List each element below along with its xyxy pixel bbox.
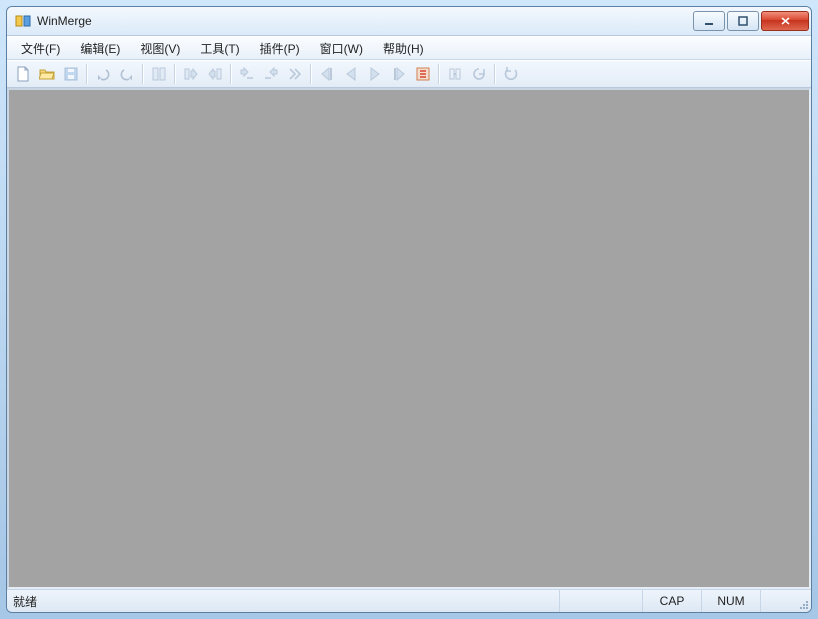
status-num: NUM	[702, 590, 761, 612]
maximize-button[interactable]	[727, 11, 759, 31]
open-folder-icon	[39, 66, 55, 82]
merge-mode-icon	[447, 66, 463, 82]
menu-file[interactable]: 文件(F)	[11, 37, 70, 59]
refresh-selected-icon	[471, 66, 487, 82]
toolbar-last-diff-button[interactable]	[387, 62, 411, 86]
menu-tools[interactable]: 工具(T)	[190, 37, 249, 59]
toolbar-copy-left-advance-button[interactable]	[259, 62, 283, 86]
menu-view[interactable]: 视图(V)	[130, 37, 190, 59]
toolbar-next-diff-button[interactable]	[363, 62, 387, 86]
toolbar-separator	[438, 64, 440, 84]
copy-left-advance-icon	[263, 66, 279, 82]
status-pane-scrl	[761, 590, 793, 612]
copy-right-advance-icon	[239, 66, 255, 82]
resize-grip[interactable]	[793, 590, 811, 612]
first-diff-icon	[319, 66, 335, 82]
new-file-icon	[15, 66, 31, 82]
window-controls	[693, 11, 809, 31]
toolbar-prev-diff-button[interactable]	[339, 62, 363, 86]
diff-pane-icon	[151, 66, 167, 82]
last-diff-icon	[391, 66, 407, 82]
toolbar-current-diff-button[interactable]	[411, 62, 435, 86]
close-button[interactable]	[761, 11, 809, 31]
toolbar-refresh-selected-button[interactable]	[467, 62, 491, 86]
toolbar-separator	[494, 64, 496, 84]
window-title: WinMerge	[37, 14, 693, 28]
next-diff-icon	[367, 66, 383, 82]
all-right-icon	[287, 66, 303, 82]
save-icon	[63, 66, 79, 82]
toolbar-separator	[142, 64, 144, 84]
toolbar-copy-right-advance-button[interactable]	[235, 62, 259, 86]
toolbar-merge-mode-button[interactable]	[443, 62, 467, 86]
toolbar-separator	[230, 64, 232, 84]
undo-icon	[95, 66, 111, 82]
menu-window[interactable]: 窗口(W)	[310, 37, 373, 59]
toolbar-copy-right-button[interactable]	[179, 62, 203, 86]
status-cap: CAP	[643, 590, 702, 612]
status-pane-1	[560, 590, 643, 612]
toolbar-separator	[174, 64, 176, 84]
toolbar-redo-button[interactable]	[115, 62, 139, 86]
status-ready: 就绪	[7, 590, 560, 612]
toolbar-separator	[86, 64, 88, 84]
menu-plugins[interactable]: 插件(P)	[250, 37, 310, 59]
toolbar-copy-left-button[interactable]	[203, 62, 227, 86]
menubar: 文件(F) 编辑(E) 视图(V) 工具(T) 插件(P) 窗口(W) 帮助(H…	[7, 36, 811, 60]
toolbar-refresh-button[interactable]	[499, 62, 523, 86]
toolbar	[7, 60, 811, 88]
window-titlebar[interactable]: WinMerge	[7, 7, 811, 36]
app-icon	[15, 13, 31, 29]
toolbar-diff-pane-button[interactable]	[147, 62, 171, 86]
copy-left-icon	[207, 66, 223, 82]
toolbar-first-diff-button[interactable]	[315, 62, 339, 86]
minimize-button[interactable]	[693, 11, 725, 31]
menu-edit[interactable]: 编辑(E)	[70, 37, 130, 59]
toolbar-all-right-button[interactable]	[283, 62, 307, 86]
current-diff-icon	[415, 66, 431, 82]
prev-diff-icon	[343, 66, 359, 82]
toolbar-new-button[interactable]	[11, 62, 35, 86]
toolbar-save-button[interactable]	[59, 62, 83, 86]
mdi-client-area	[7, 88, 811, 589]
refresh-icon	[503, 66, 519, 82]
copy-right-icon	[183, 66, 199, 82]
toolbar-open-button[interactable]	[35, 62, 59, 86]
redo-icon	[119, 66, 135, 82]
app-window: WinMerge 文件(F) 编辑(E) 视图(V) 工具(T) 插件(P) 窗…	[6, 6, 812, 613]
toolbar-undo-button[interactable]	[91, 62, 115, 86]
menu-help[interactable]: 帮助(H)	[373, 37, 434, 59]
statusbar: 就绪 CAP NUM	[7, 589, 811, 612]
toolbar-separator	[310, 64, 312, 84]
desktop-background: WinMerge 文件(F) 编辑(E) 视图(V) 工具(T) 插件(P) 窗…	[0, 0, 818, 619]
